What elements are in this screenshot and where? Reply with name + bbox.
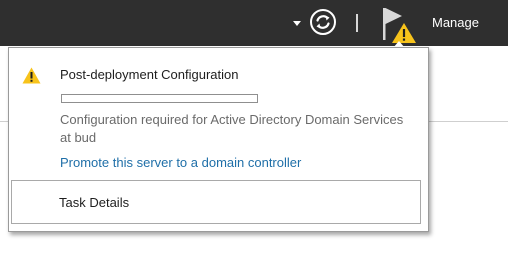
task-details-button[interactable]: Task Details	[11, 180, 421, 224]
notifications-flag-button[interactable]	[380, 6, 418, 44]
chevron-down-icon[interactable]	[293, 21, 301, 26]
notification-title: Post-deployment Configuration	[60, 67, 239, 82]
deployment-progress-bar	[61, 94, 258, 103]
notification-popup: Post-deployment Configuration Configurat…	[8, 47, 429, 232]
warning-icon	[22, 67, 41, 84]
notification-message: Configuration required for Active Direct…	[60, 112, 404, 145]
header-bar: Manage	[0, 0, 508, 46]
flag-warning-icon	[383, 8, 416, 43]
header-separator	[356, 14, 358, 32]
manage-menu[interactable]: Manage	[432, 15, 479, 30]
refresh-icon[interactable]	[309, 8, 337, 36]
promote-domain-controller-link[interactable]: Promote this server to a domain controll…	[60, 155, 301, 170]
